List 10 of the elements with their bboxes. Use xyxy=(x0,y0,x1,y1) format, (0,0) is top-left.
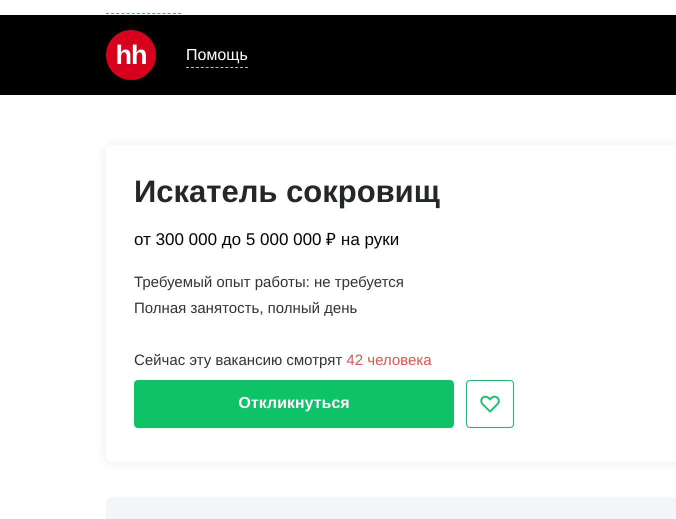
help-link[interactable]: Помощь xyxy=(186,44,248,68)
favorite-button[interactable] xyxy=(466,380,514,428)
salary-text: от 300 000 до 5 000 000 ₽ на руки xyxy=(134,229,400,251)
viewers-text: Сейчас эту вакансию смотрят xyxy=(134,352,342,369)
detail-text: Требуемый опыт работы: не требуется xyxy=(134,273,405,293)
vacancy-title: Искатель сокровищ xyxy=(134,173,441,211)
viewers-count: 42 человека xyxy=(346,352,432,369)
logo[interactable]: hh xyxy=(106,30,156,80)
detail-text: Полная занятость, полный день xyxy=(134,299,358,319)
heart-icon xyxy=(480,395,500,413)
